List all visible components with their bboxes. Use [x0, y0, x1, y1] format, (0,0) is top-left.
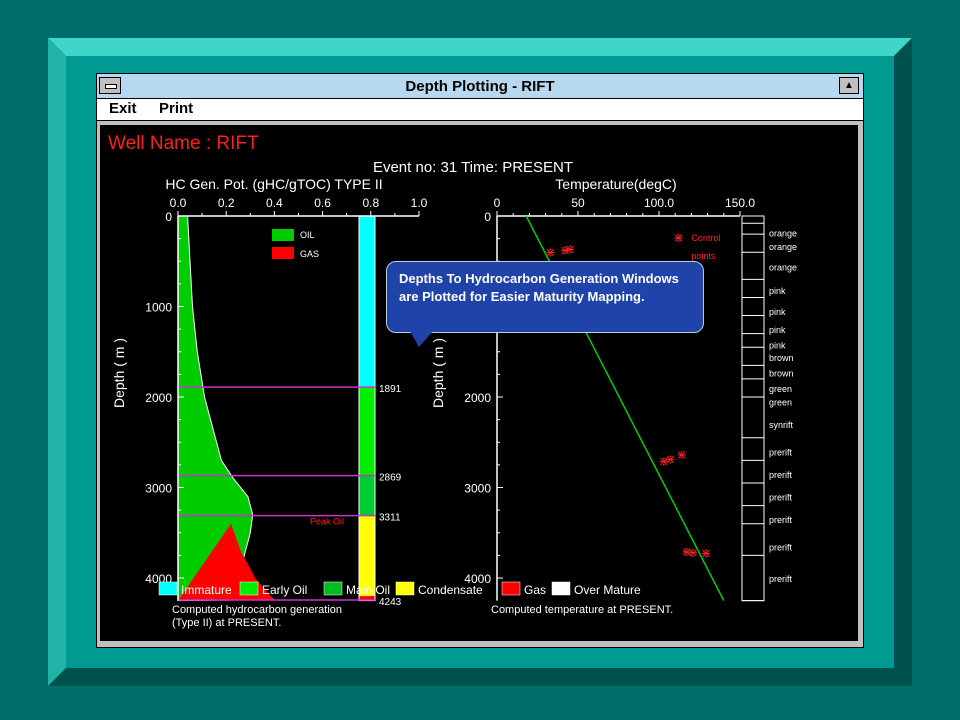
window-depth-label: 2869: [379, 473, 402, 484]
well-name: Well Name : RIFT: [108, 133, 259, 154]
maturity-segment: [359, 475, 375, 516]
window-title: Depth Plotting - RIFT: [405, 78, 555, 95]
control-point-marker: ⋇: [701, 546, 712, 561]
legend-gas-label: GAS: [300, 249, 319, 259]
temp-y-tick-label: 3000: [464, 482, 491, 496]
legend-label-over-mature: Over Mature: [574, 583, 641, 597]
maturity-legend: Immature Early Oil Main Oil Condensate Gas Ov…: [158, 581, 641, 597]
control-points-legend-marker: ⋇: [673, 230, 684, 245]
frame-bevel-bottom: [48, 668, 912, 686]
legend-label-condensate: Condensate: [418, 583, 483, 597]
control-point-marker: ⋇: [665, 452, 676, 467]
legend-label-early-oil: Early Oil: [262, 583, 307, 597]
lithology-label: prerift: [769, 493, 793, 503]
legend-swatch-over-mature: [551, 581, 571, 596]
lithology-label: prerift: [769, 542, 793, 552]
depth-plot-canvas: Well Name : RIFT Event no: 31 Time: PRES…: [108, 133, 797, 629]
lithology-label: green: [769, 384, 792, 394]
plot-area: Well Name : RIFT Event no: 31 Time: PRES…: [100, 125, 858, 641]
legend-label-immature: Immature: [181, 583, 232, 597]
lithology-label: brown: [769, 353, 794, 363]
lithology-label: brown: [769, 369, 794, 379]
hc-caption-line-2: (Type II) at PRESENT.: [172, 617, 281, 629]
control-points-label-1: Control: [691, 233, 720, 243]
legend-swatch-condensate: [395, 581, 415, 596]
hc-x-tick-label: 0.2: [218, 196, 235, 210]
menu-exit[interactable]: Exit: [109, 100, 137, 117]
hc-x-tick-label: 0.0: [170, 196, 187, 210]
frame-bevel-top: [48, 38, 912, 56]
hc-y-tick-label: 0: [165, 210, 172, 224]
temp-caption: Computed temperature at PRESENT.: [491, 604, 673, 616]
legend-oil-label: OIL: [300, 230, 315, 240]
title-bar: Depth Plotting - RIFT ▲: [97, 74, 863, 99]
lithology-label: synrift: [769, 420, 794, 430]
callout-text: Depths To Hydrocarbon Generation Windows…: [399, 271, 679, 304]
lithology-label: orange: [769, 242, 797, 252]
hc-x-tick-label: 0.8: [362, 196, 379, 210]
event-line: Event no: 31 Time: PRESENT: [373, 159, 573, 176]
window-depth-label: 1891: [379, 384, 402, 395]
hc-y-tick-label: 2000: [145, 391, 172, 405]
legend-oil-swatch: [272, 229, 294, 241]
hc-y-axis-label: Depth ( m ): [111, 338, 127, 408]
lithology-label: pink: [769, 341, 786, 351]
lithology-label: prerift: [769, 574, 793, 584]
temp-y-axis-label: Depth ( m ): [430, 338, 446, 408]
lithology-label: pink: [769, 325, 786, 335]
frame-bevel-right: [894, 38, 912, 686]
lithology-label: orange: [769, 228, 797, 238]
temp-chart-title: Temperature(degC): [555, 176, 676, 192]
lithology-label: green: [769, 398, 792, 408]
lithology-label: orange: [769, 263, 797, 273]
legend-swatch-gas: [501, 581, 521, 596]
menu-print[interactable]: Print: [159, 100, 193, 117]
temp-x-tick-label: 100.0: [644, 196, 674, 210]
hc-x-tick-label: 1.0: [411, 196, 428, 210]
maximize-button[interactable]: ▲: [839, 77, 859, 94]
control-point-marker: ⋇: [545, 244, 556, 259]
oil-area: [177, 215, 254, 602]
maturity-segment: [359, 387, 375, 476]
peak-oil-label: Peak Oil: [310, 517, 344, 527]
window-depth-label: 4243: [379, 597, 402, 608]
lithology-label: pink: [769, 307, 786, 317]
app-window: Depth Plotting - RIFT ▲ Exit Print Well …: [96, 73, 864, 648]
hc-chart-title: HC Gen. Pot. (gHC/gTOC) TYPE II: [165, 176, 382, 192]
lithology-label: pink: [769, 286, 786, 296]
lithology-label: prerift: [769, 470, 793, 480]
hc-chart: 1891 2869 3311 4243 Peak Oil 0.0 0.2 0.4 0.6 0.8 1…: [145, 196, 427, 608]
temp-y-tick-label: 2000: [464, 391, 491, 405]
lithology-label: prerift: [769, 515, 793, 525]
menu-bar: Exit Print: [97, 99, 863, 121]
legend-label-gas: Gas: [524, 583, 546, 597]
temperature-chart: 050100.0150.001000200030004000⋇⋇⋇⋇⋇⋇⋇⋇⋇⋇…: [464, 196, 797, 602]
control-point-marker: ⋇: [688, 545, 699, 560]
hc-y-tick-label: 1000: [145, 301, 172, 315]
temp-x-tick-label: 150.0: [725, 196, 755, 210]
legend-gas-swatch: [272, 247, 294, 259]
hc-y-tick-label: 3000: [145, 482, 172, 496]
temp-y-tick-label: 0: [484, 210, 491, 224]
control-point-marker: ⋇: [676, 447, 687, 462]
window-depth-label: 3311: [379, 513, 401, 524]
frame-bevel-left: [48, 38, 66, 686]
legend-swatch-immature: [158, 581, 178, 596]
lithology-label: prerift: [769, 447, 793, 457]
legend-label-main-oil: Main Oil: [346, 583, 390, 597]
maturity-segment: [359, 216, 375, 388]
callout-pointer: [410, 331, 433, 347]
temp-x-tick-label: 0: [494, 196, 501, 210]
hc-x-tick-label: 0.4: [266, 196, 283, 210]
control-points-label-2: points: [691, 251, 716, 261]
legend-swatch-early-oil: [239, 581, 259, 596]
control-point-marker: ⋇: [564, 242, 575, 257]
callout-box: Depths To Hydrocarbon Generation Windows…: [386, 261, 704, 333]
hc-caption-line-1: Computed hydrocarbon generation: [172, 604, 342, 616]
legend-swatch-main-oil: [323, 581, 343, 596]
hc-x-tick-label: 0.6: [314, 196, 331, 210]
temp-x-tick-label: 50: [571, 196, 585, 210]
lithology-column: [741, 215, 765, 602]
